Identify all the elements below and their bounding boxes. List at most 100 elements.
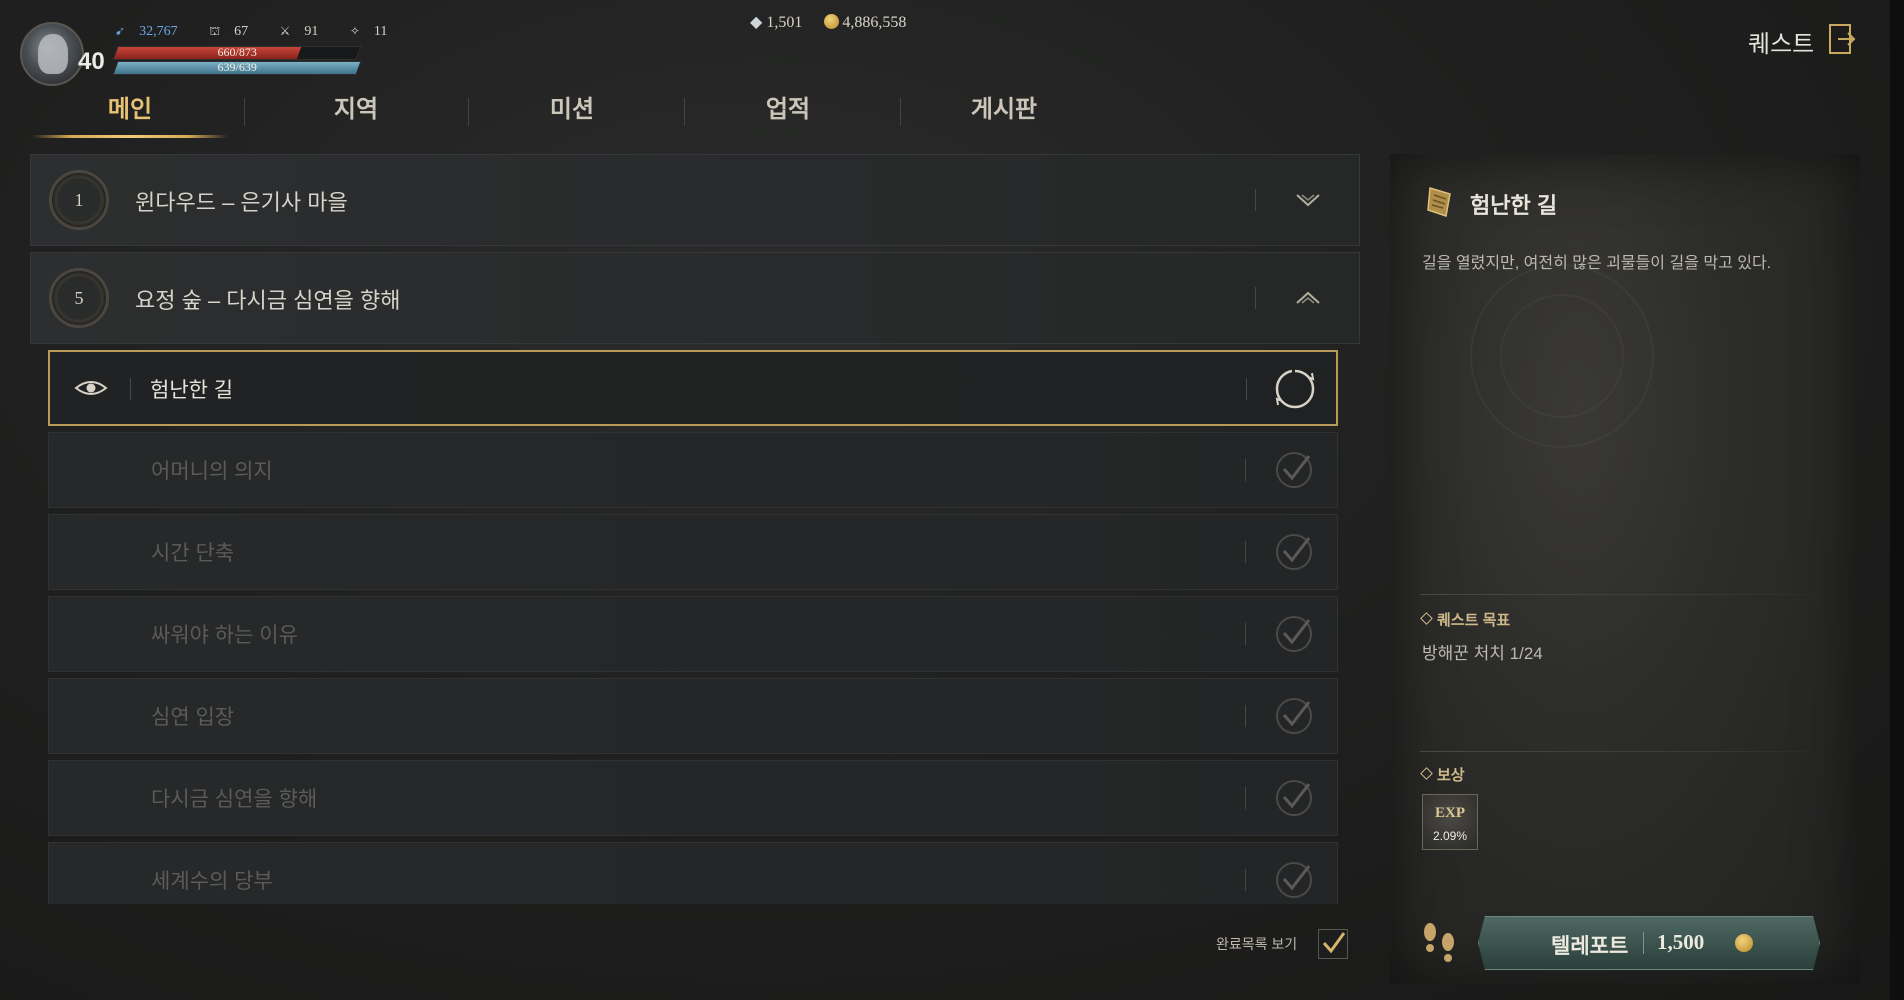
quest-title: 심연 입장: [151, 706, 235, 729]
reward-heading: 보상: [1420, 764, 1465, 785]
mp-bar: 639/639: [112, 61, 362, 75]
decorative-emblem: [1500, 294, 1624, 418]
row-divider: [1245, 459, 1246, 481]
detail-description: 길을 열렸지만, 여전히 많은 괴물들이 길을 막고 있다.: [1422, 255, 1772, 272]
checkmark-icon: [1276, 780, 1312, 816]
in-progress-icon: [1275, 369, 1315, 409]
quest-row-active[interactable]: 험난한 길: [48, 350, 1338, 426]
checkmark-icon: [1276, 534, 1312, 570]
show-completed-checkbox[interactable]: [1318, 929, 1348, 959]
tab-mission[interactable]: 미션: [464, 86, 680, 136]
chevron-up-icon[interactable]: [1293, 283, 1323, 313]
chapter-title: 요정 숲 – 다시금 심연을 향해: [135, 288, 401, 313]
tab-achievement[interactable]: 업적: [680, 86, 896, 136]
objective-text: 방해꾼 처치 1/24: [1422, 644, 1543, 663]
quest-row-complete[interactable]: 어머니의 의지: [48, 432, 1338, 508]
page-title: 퀘스트: [1748, 31, 1815, 58]
footprints-icon[interactable]: [1418, 918, 1462, 966]
chapter-number-badge: 1: [49, 170, 109, 230]
gold-count: 4,886,558: [842, 14, 907, 31]
currency-bar: ◆ 1,501 4,886,558: [750, 12, 924, 32]
power-stat: ➹ 32,767: [115, 24, 192, 39]
objective-heading: 퀘스트 목표: [1420, 609, 1511, 630]
quest-title: 다시금 심연을 향해: [151, 788, 318, 811]
exp-reward-value: 2.09%: [1432, 829, 1468, 843]
tab-bar: 메인 지역 미션 업적 게시판: [22, 86, 1037, 138]
quest-row-complete[interactable]: 싸워야 하는 이유: [48, 596, 1338, 672]
chevron-down-icon[interactable]: [1293, 185, 1323, 215]
exp-reward-tile[interactable]: EXP 2.09%: [1422, 794, 1478, 850]
row-divider: [1246, 378, 1247, 400]
checkmark-icon: [1276, 862, 1312, 898]
attack-value: 91: [304, 24, 319, 39]
player-stats: ➹ 32,767 ⛫ 67 ⚔ 91 ✧ 11: [115, 24, 415, 40]
diamond-icon: [1420, 612, 1433, 625]
avatar[interactable]: [20, 22, 84, 86]
tab-region[interactable]: 지역: [248, 86, 464, 136]
crit-value: 11: [373, 24, 388, 39]
row-divider: [1245, 623, 1246, 645]
quest-title: 어머니의 의지: [151, 460, 273, 483]
player-hud[interactable]: 40 ➹ 32,767 ⛫ 67 ⚔ 91 ✧ 11 660/873 639/639: [20, 22, 387, 92]
quest-list[interactable]: 1 윈다우드 – 은기사 마을 5 요정 숲 – 다시금 심연을 향해 험난한 …: [30, 154, 1360, 904]
quest-title: 시간 단축: [151, 542, 235, 565]
section-divider: [1420, 594, 1830, 595]
objective-heading-text: 퀘스트 목표: [1437, 612, 1511, 629]
eye-icon[interactable]: [74, 376, 108, 400]
feather-icon: ➹: [115, 24, 126, 38]
window-edge: [1890, 0, 1904, 1000]
tab-main-label: 메인: [107, 96, 153, 123]
attack-stat: ⚔ 91: [280, 24, 333, 39]
teleport-button[interactable]: 텔레포트 1,500: [1478, 916, 1820, 970]
quest-row-complete[interactable]: 다시금 심연을 향해: [48, 760, 1338, 836]
quest-title: 험난한 길: [150, 379, 234, 402]
chapter-title: 윈다우드 – 은기사 마을: [135, 190, 348, 215]
row-divider: [130, 378, 131, 400]
checkmark-icon: [1276, 452, 1312, 488]
gold-coin-icon: [1735, 934, 1753, 952]
defense-stat: ⛫ 67: [209, 24, 262, 39]
chapter-row-1[interactable]: 1 윈다우드 – 은기사 마을: [30, 154, 1360, 246]
gem-currency: ◆ 1,501: [750, 14, 802, 31]
power-value: 32,767: [139, 24, 178, 39]
tab-mission-label: 미션: [549, 96, 595, 123]
row-divider: [1255, 189, 1256, 211]
blade-icon: ✧: [349, 24, 360, 38]
helmet-icon: ⛫: [209, 24, 221, 38]
scroll-icon: [1427, 187, 1451, 217]
quest-screen: 40 ➹ 32,767 ⛫ 67 ⚔ 91 ✧ 11 660/873 639/639 ◆…: [0, 0, 1904, 1000]
row-divider: [1245, 705, 1246, 727]
show-completed-label[interactable]: 완료목록 보기: [1216, 934, 1297, 954]
crit-stat: ✧ 11: [350, 24, 402, 39]
gold-coin-icon: [824, 14, 840, 29]
player-level: 40: [78, 48, 105, 75]
teleport-cost: 1,500: [1657, 930, 1705, 954]
row-divider: [1245, 869, 1246, 891]
chapter-number-badge: 5: [49, 268, 109, 328]
quest-title: 세계수의 당부: [151, 870, 273, 893]
tab-main[interactable]: 메인: [22, 86, 238, 138]
mp-text: 639/639: [217, 61, 257, 74]
row-divider: [1245, 541, 1246, 563]
tab-achievement-label: 업적: [765, 96, 811, 123]
quest-row-complete[interactable]: 세계수의 당부: [48, 842, 1338, 904]
row-divider: [1255, 287, 1256, 309]
gem-count: 1,501: [766, 14, 803, 31]
reward-heading-text: 보상: [1437, 767, 1465, 784]
tab-board-label: 게시판: [970, 96, 1038, 123]
gem-icon: ◆: [750, 14, 763, 31]
quest-row-complete[interactable]: 심연 입장: [48, 678, 1338, 754]
quest-row-complete[interactable]: 시간 단축: [48, 514, 1338, 590]
button-divider: [1643, 932, 1644, 954]
tab-region-label: 지역: [333, 96, 379, 123]
section-divider: [1420, 751, 1830, 752]
tab-divider: [244, 98, 245, 126]
defense-value: 67: [234, 24, 249, 39]
exit-icon[interactable]: [1826, 22, 1856, 56]
checkmark-icon: [1276, 616, 1312, 652]
skull-portrait: [38, 34, 68, 74]
tab-board[interactable]: 게시판: [896, 86, 1112, 136]
chapter-row-5[interactable]: 5 요정 숲 – 다시금 심연을 향해: [30, 252, 1360, 344]
active-tab-underline: [32, 135, 228, 138]
gold-currency: 4,886,558: [824, 14, 906, 31]
